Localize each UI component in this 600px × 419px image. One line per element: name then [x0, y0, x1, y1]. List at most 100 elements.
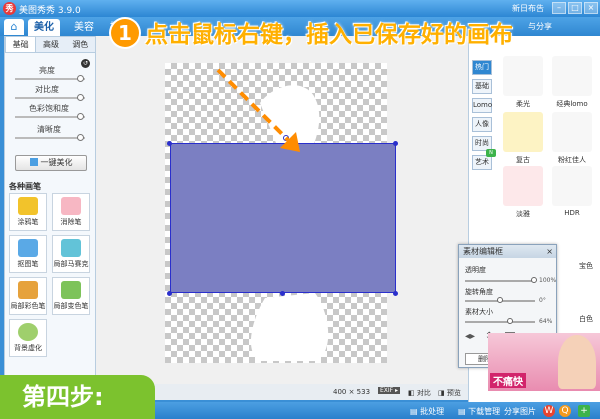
brush-header: 各种画笔 [9, 182, 41, 191]
qzone-icon[interactable]: Q [559, 405, 571, 417]
eraser-icon [61, 197, 81, 215]
mosaic-tool[interactable]: 局部马赛克 [52, 235, 90, 273]
resize-handle[interactable] [393, 291, 398, 296]
opacity-label: 透明度 [465, 266, 486, 274]
maximize-icon[interactable]: □ [568, 2, 582, 14]
rotate-label: 旋转角度 [465, 288, 493, 296]
recolor-icon [61, 281, 81, 299]
home-icon[interactable]: ⌂ [4, 19, 24, 35]
color-pen-tool[interactable]: 局部彩色笔 [9, 277, 47, 315]
rotate-knob[interactable] [497, 297, 503, 303]
step-number: 1 [111, 19, 139, 47]
effect-tab-portrait[interactable]: 人像 [472, 117, 492, 132]
eraser-pen-tool[interactable]: 消除笔 [52, 193, 90, 231]
instruction-text: 点击鼠标右键，插入已保存好的画布 [145, 22, 513, 48]
selected-material[interactable] [170, 143, 396, 293]
download-manager-button[interactable]: ▤ 下载管理 [458, 406, 500, 417]
download-label: 下载管理 [468, 407, 501, 416]
effect-pink-lady[interactable] [552, 112, 592, 152]
effect-elegant[interactable] [503, 166, 543, 206]
effect-retro[interactable] [503, 112, 543, 152]
effect-label: 白色 [579, 315, 593, 323]
opacity-slider[interactable] [465, 280, 535, 282]
resize-handle[interactable] [167, 141, 172, 146]
one-key-beautify-button[interactable]: 一键美化 [15, 155, 87, 171]
adjust-subtabs: 基础 高级 调色 [5, 37, 95, 53]
resize-handle[interactable] [393, 141, 398, 146]
size-label: 素材大小 [465, 308, 493, 316]
tab-face[interactable]: 美容 [68, 19, 100, 36]
weibo-icon[interactable]: W [543, 405, 555, 417]
one-key-label: 一键美化 [40, 158, 73, 167]
contrast-label: 对比度 [35, 85, 59, 94]
recolor-pen-tool[interactable]: 局部变色笔 [52, 277, 90, 315]
effect-label: 经典lomo [556, 100, 588, 108]
resize-handle[interactable] [167, 291, 172, 296]
contrast-knob[interactable] [77, 94, 84, 101]
subtab-color[interactable]: 调色 [66, 37, 95, 52]
effect-soft-light[interactable] [503, 56, 543, 96]
left-panel: 基础 高级 调色 ↺ 亮度 对比度 色彩饱和度 清晰度 一键美化 各种画笔 涂鸦… [4, 36, 96, 402]
close-icon[interactable]: × [546, 245, 553, 258]
preview-button[interactable]: ◨ 预览 [438, 388, 461, 398]
step-badge: 第四步: [0, 375, 155, 419]
effect-tab-basic[interactable]: 基础 [472, 79, 492, 94]
news-link[interactable]: 新日布告 [512, 3, 544, 14]
window-buttons: – □ × [552, 2, 598, 14]
saturation-slider[interactable] [15, 116, 85, 118]
effect-label: 复古 [516, 156, 530, 164]
promo-banner[interactable]: 不痛快 [488, 333, 600, 391]
preview-label: 预览 [446, 389, 461, 397]
flip-horizontal-icon[interactable]: ◂▸ [465, 331, 475, 342]
size-slider[interactable] [465, 321, 535, 323]
sharpness-label: 清晰度 [37, 125, 61, 134]
brightness-knob[interactable] [77, 75, 84, 82]
brightness-slider[interactable] [15, 78, 85, 80]
share-image-button[interactable]: 分享图片 [504, 406, 536, 417]
opacity-knob[interactable] [531, 277, 537, 283]
effect-label: 宝色 [579, 262, 593, 270]
size-knob[interactable] [507, 318, 513, 324]
effect-label: 淡雅 [516, 210, 530, 218]
tool-label: 局部马赛克 [53, 260, 89, 268]
tool-label: 涂鸦笔 [17, 218, 39, 226]
saturation-label: 色彩饱和度 [29, 104, 69, 113]
tab-beautify[interactable]: 美化 [28, 19, 60, 36]
subtab-advanced[interactable]: 高级 [36, 37, 65, 52]
sharpness-slider[interactable] [15, 137, 85, 139]
effect-hdr[interactable] [552, 166, 592, 206]
sharpness-knob[interactable] [77, 134, 84, 141]
new-badge-icon: N [486, 149, 496, 157]
subtab-basic[interactable]: 基础 [5, 37, 37, 52]
effect-tab-lomo[interactable]: Lomo [472, 98, 492, 113]
effect-label: HDR [564, 209, 580, 217]
material-panel-header[interactable]: 素材编辑框 × [459, 245, 556, 258]
effect-tab-hot[interactable]: 热门 [472, 60, 492, 75]
cutout-icon [18, 239, 38, 257]
contrast-slider[interactable] [15, 97, 85, 99]
compare-label: 对比 [416, 389, 431, 397]
batch-process-button[interactable]: ▤ 批处理 [410, 406, 444, 417]
title-bar: 秀 美图秀秀 3.9.0 新日布告 – □ × [0, 0, 600, 17]
reset-icon[interactable]: ↺ [81, 59, 90, 68]
image-size: 400 × 533 [333, 388, 371, 396]
magic-icon [29, 158, 38, 166]
effect-classic-lomo[interactable] [552, 56, 592, 96]
effect-tab-art[interactable]: 艺术 [472, 155, 492, 170]
doodle-pen-icon [18, 197, 38, 215]
close-icon[interactable]: × [584, 2, 598, 14]
color-brush-icon [18, 281, 38, 299]
exif-button[interactable]: EXIF ▸ [378, 387, 401, 394]
doodle-pen-tool[interactable]: 涂鸦笔 [9, 193, 47, 231]
plus-icon[interactable]: + [578, 405, 590, 417]
minimize-icon[interactable]: – [552, 2, 566, 14]
material-panel-title: 素材编辑框 [463, 247, 503, 256]
effect-label: 粉红佳人 [558, 156, 586, 164]
blur-icon [18, 323, 38, 341]
background-blur-tool[interactable]: 背景虚化 [9, 319, 47, 357]
effect-label: 柔光 [516, 100, 530, 108]
cutout-pen-tool[interactable]: 抠图笔 [9, 235, 47, 273]
saturation-knob[interactable] [77, 113, 84, 120]
compare-button[interactable]: ◧ 对比 [408, 388, 431, 398]
resize-handle[interactable] [280, 291, 285, 296]
